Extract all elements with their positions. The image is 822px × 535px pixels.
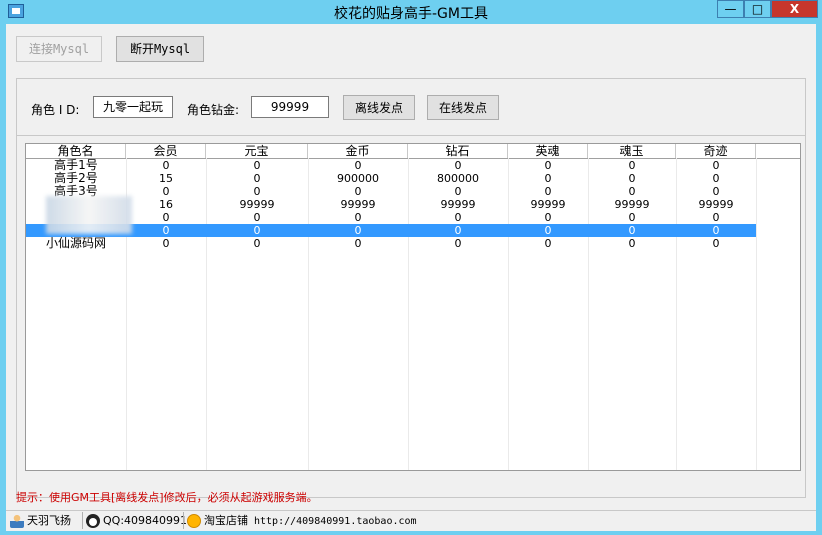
send-points-toolbar: 角色 I D: 九零一起玩 角色钻金: 99999 离线发点 在线发点 (17, 79, 805, 136)
shop-label[interactable]: 淘宝店铺 (204, 514, 248, 527)
table-cell: 0 (354, 237, 362, 250)
cell-role-name: 小仙源码网 (45, 236, 106, 250)
table-cell: 0 (454, 159, 462, 172)
table-cell: 800000 (437, 172, 479, 185)
column-header[interactable]: 钻石 (408, 144, 508, 158)
table-cell: 0 (354, 224, 362, 237)
table-cell: 99999 (340, 198, 376, 211)
table-cell: 0 (253, 159, 261, 172)
role-id-input[interactable]: 九零一起玩 (93, 96, 173, 118)
table-cell: 0 (712, 224, 720, 237)
status-author: 天羽飞扬 (10, 513, 71, 529)
connect-mysql-button[interactable]: 连接Mysql (16, 36, 102, 62)
table-row[interactable]: 高手2号 15 0 900000 800000 0 0 0 (26, 172, 800, 186)
table-cell: 0 (628, 159, 636, 172)
table-cell: 0 (628, 224, 636, 237)
table-cell: 0 (544, 224, 552, 237)
table-cell: 900000 (337, 172, 379, 185)
diamond-input[interactable]: 99999 (251, 96, 329, 118)
table-cell: 0 (628, 172, 636, 185)
table-cell: 99999 (530, 198, 566, 211)
maximize-button[interactable]: □ (744, 0, 771, 18)
table-cell: 16 (159, 198, 173, 211)
table-cell: 0 (454, 224, 462, 237)
table-cell: 0 (454, 185, 462, 198)
table-cell: 99999 (614, 198, 650, 211)
close-button[interactable]: X (771, 0, 818, 18)
table-cell: 15 (159, 172, 173, 185)
table-cell: 0 (712, 185, 720, 198)
table-cell: 0 (712, 237, 720, 250)
table-cell: 0 (162, 237, 170, 250)
table-cell: 0 (162, 224, 170, 237)
role-id-label: 角色 I D: (31, 103, 80, 117)
table-cell: 0 (628, 211, 636, 224)
app-window: 校花的贴身高手-GM工具 — □ X 连接Mysql 断开Mysql 角色 I … (0, 0, 822, 535)
table-row[interactable]: 高手3号 0 0 0 0 0 0 0 (26, 185, 800, 199)
table-row[interactable]: 高手1号 0 0 0 0 0 0 0 (26, 159, 800, 173)
table-cell: 0 (253, 172, 261, 185)
table-cell: 0 (253, 237, 261, 250)
minimize-button[interactable]: — (717, 0, 744, 18)
table-cell: 0 (712, 172, 720, 185)
table-cell: 0 (354, 185, 362, 198)
shop-url[interactable]: http://409840991.taobao.com (254, 516, 417, 527)
status-qq: QQ:409840991 (86, 513, 187, 529)
table-header: 角色名 会员 元宝 金币 钻石 英魂 魂玉 奇迹 (26, 144, 800, 159)
table-cell: 0 (162, 185, 170, 198)
table-cell: 0 (354, 211, 362, 224)
author-name: 天羽飞扬 (27, 514, 71, 527)
table-row[interactable]: 16 99999 99999 99999 99999 99999 99999 (26, 198, 800, 211)
table-cell: 0 (454, 237, 462, 250)
hint-text: 提示：使用GM工具[离线发点]修改后，必须从起游戏服务端。 (16, 491, 318, 504)
redaction-blur (46, 196, 132, 234)
qq-number: QQ:409840991 (103, 514, 188, 527)
column-header[interactable]: 魂玉 (588, 144, 676, 158)
column-header[interactable]: 英魂 (508, 144, 588, 158)
table-cell: 0 (544, 185, 552, 198)
table-cell: 0 (544, 211, 552, 224)
online-send-button[interactable]: 在线发点 (427, 95, 499, 120)
table-row[interactable]: 0 0 0 0 0 0 0 (26, 224, 756, 237)
window-title: 校花的贴身高手-GM工具 (334, 6, 488, 22)
table-row[interactable]: 小仙源码网 0 0 0 0 0 0 0 (26, 236, 800, 251)
diamond-label: 角色钻金: (187, 103, 240, 117)
column-header[interactable]: 角色名 (26, 144, 126, 158)
table-cell: 0 (544, 172, 552, 185)
table-cell: 0 (454, 211, 462, 224)
table-cell: 0 (354, 159, 362, 172)
table-cell: 0 (712, 211, 720, 224)
table-cell: 0 (712, 159, 720, 172)
table-cell: 0 (162, 211, 170, 224)
table-cell: 0 (253, 224, 261, 237)
table-cell: 0 (628, 237, 636, 250)
status-bar: 天羽飞扬 QQ:409840991 淘宝店铺 http://409840991.t… (6, 510, 816, 531)
table-row[interactable]: 0 0 0 0 0 0 0 (26, 211, 800, 224)
offline-send-button[interactable]: 离线发点 (343, 95, 415, 120)
table-cell: 0 (162, 159, 170, 172)
column-header[interactable]: 金币 (308, 144, 408, 158)
main-panel: 角色 I D: 九零一起玩 角色钻金: 99999 离线发点 在线发点 角色名 … (16, 78, 806, 498)
table-cell: 99999 (440, 198, 476, 211)
shop-icon (187, 514, 201, 528)
column-header[interactable]: 元宝 (206, 144, 308, 158)
disconnect-mysql-button[interactable]: 断开Mysql (116, 36, 204, 62)
person-icon (10, 514, 24, 528)
table-cell: 99999 (239, 198, 275, 211)
title-bar[interactable]: 校花的贴身高手-GM工具 — □ X (0, 0, 822, 24)
table-cell: 0 (253, 211, 261, 224)
column-header[interactable]: 奇迹 (676, 144, 756, 158)
table-cell: 0 (253, 185, 261, 198)
column-header[interactable]: 会员 (126, 144, 206, 158)
qq-penguin-icon (86, 514, 100, 528)
table-cell: 0 (544, 237, 552, 250)
client-area: 连接Mysql 断开Mysql 角色 I D: 九零一起玩 角色钻金: 9999… (6, 24, 816, 531)
table-cell: 99999 (698, 198, 734, 211)
table-cell: 0 (628, 185, 636, 198)
player-table[interactable]: 角色名 会员 元宝 金币 钻石 英魂 魂玉 奇迹 高手1号 0 0 0 0 0 0 0 高手2号… (25, 143, 801, 471)
status-shop[interactable]: 淘宝店铺 http://409840991.taobao.com (187, 513, 417, 529)
table-cell: 0 (544, 159, 552, 172)
